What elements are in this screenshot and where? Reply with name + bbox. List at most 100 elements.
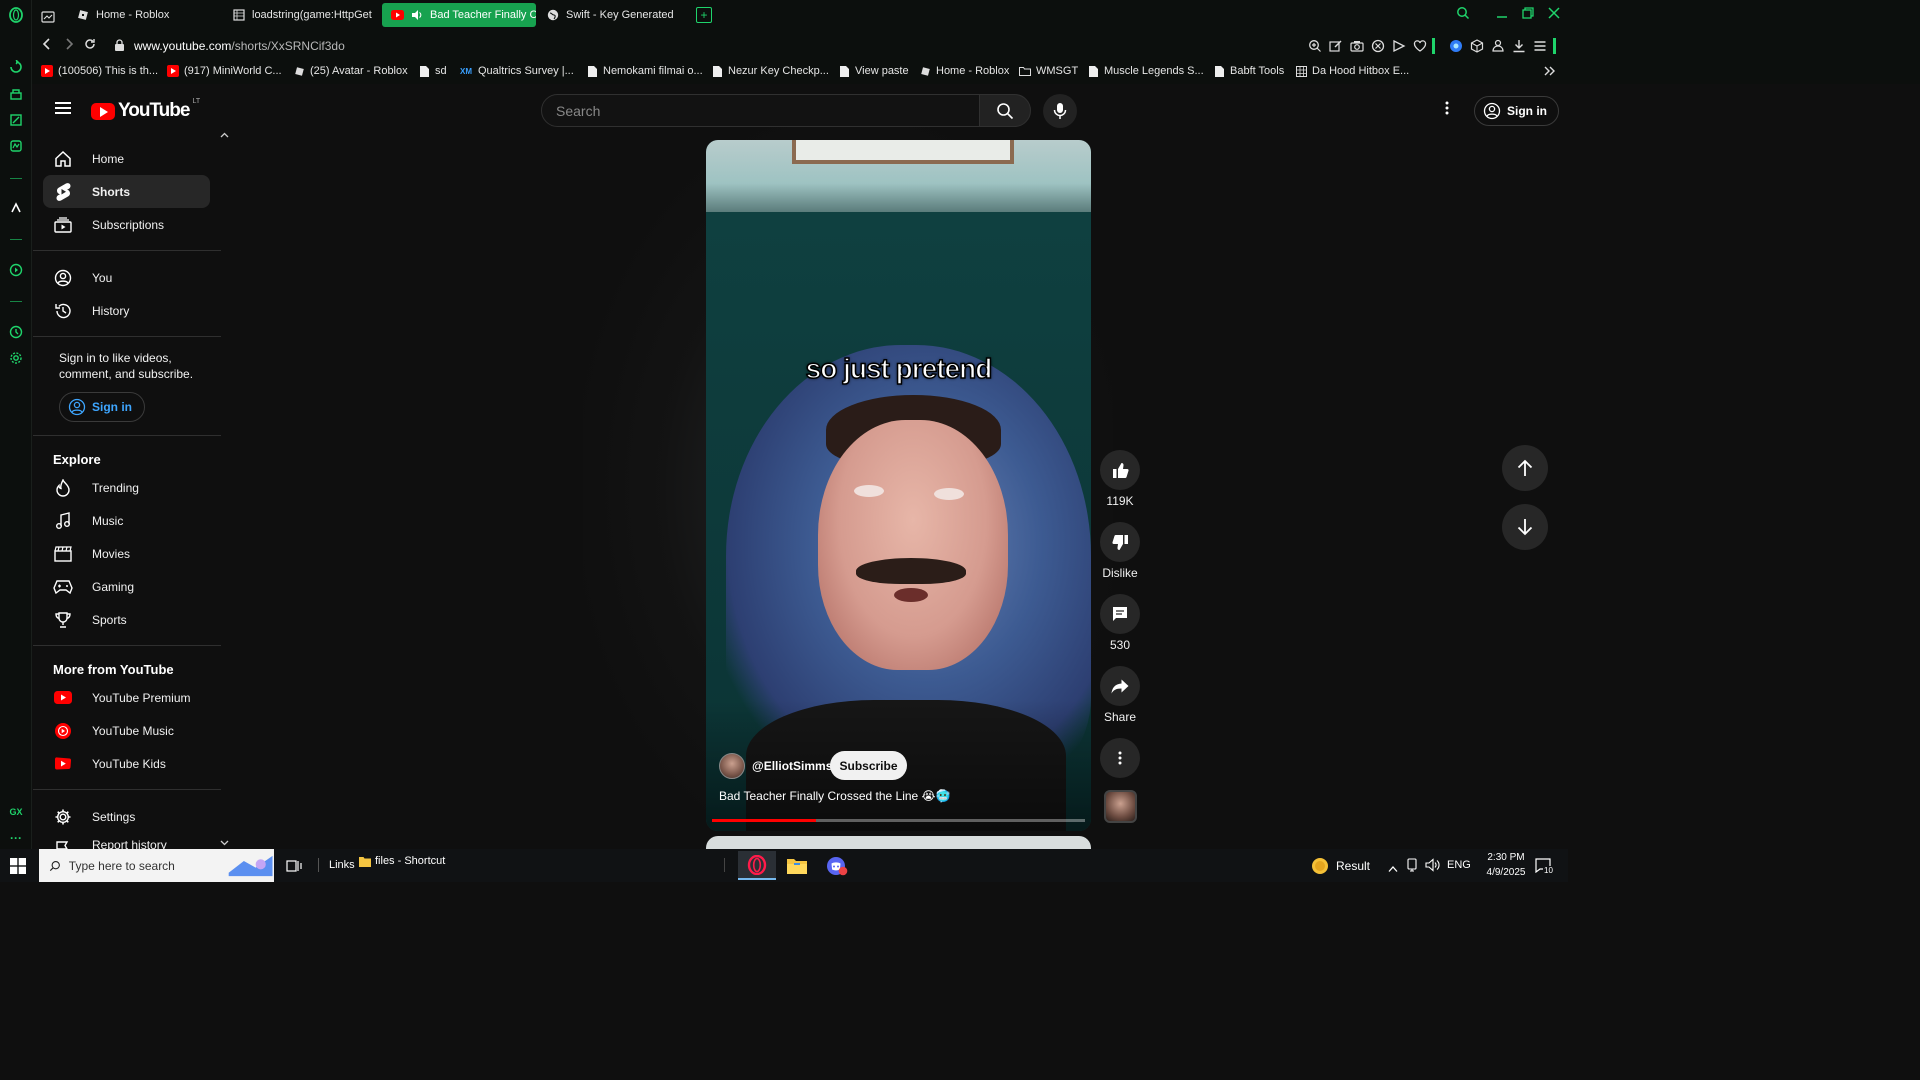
sidebar-sign-in-button[interactable]: Sign in	[59, 392, 145, 422]
messenger-icon[interactable]	[8, 139, 24, 155]
taskbar-opera-gx[interactable]	[738, 851, 776, 880]
send-icon[interactable]	[1392, 39, 1406, 53]
heart-icon[interactable]	[1413, 39, 1427, 53]
video-title[interactable]: Bad Teacher Finally Crossed the Line 😭🥶	[719, 789, 951, 803]
sign-in-button[interactable]: Sign in	[1474, 96, 1559, 126]
vpn-icon[interactable]	[1449, 39, 1463, 53]
clock-date[interactable]: 4/9/2025	[1481, 867, 1531, 878]
extensions-cube-icon[interactable]	[1470, 39, 1484, 53]
sidebar-item-home[interactable]: Home	[43, 142, 210, 175]
player-icon[interactable]	[8, 263, 24, 279]
next-short-preview[interactable]	[706, 836, 1091, 849]
bookmark-100506[interactable]: (100506) This is th...	[41, 65, 158, 77]
wallet-icon[interactable]	[1491, 39, 1505, 53]
opera-logo-icon[interactable]	[8, 7, 24, 23]
short-video-player[interactable]: so just pretend @ElliotSimms Subscribe B…	[706, 140, 1091, 831]
sidebar-item-shorts[interactable]: Shorts	[43, 175, 210, 208]
task-view-icon[interactable]	[286, 858, 302, 879]
easy-setup-icon[interactable]	[1533, 39, 1547, 53]
sidebar-item-you[interactable]: You	[43, 261, 210, 294]
youtube-logo[interactable]: YouTube LT	[91, 98, 200, 122]
zoom-icon[interactable]	[1308, 39, 1322, 53]
tab-loadstring[interactable]: loadstring(game:HttpGet(	[224, 3, 372, 27]
sidebar-item-youtube-kids[interactable]: YouTube Kids	[43, 747, 210, 780]
bookmark-sd[interactable]: sd	[418, 65, 447, 77]
chevron-down-icon[interactable]	[220, 840, 229, 846]
aria-icon[interactable]	[8, 201, 24, 217]
like-button[interactable]	[1100, 450, 1140, 490]
language-indicator[interactable]: ENG	[1447, 859, 1471, 871]
speaker-icon[interactable]	[410, 8, 424, 22]
sound-thumbnail[interactable]	[1104, 790, 1137, 823]
twitch-icon[interactable]	[8, 113, 24, 129]
volume-icon[interactable]	[1425, 858, 1440, 877]
menu-icon[interactable]	[55, 102, 71, 114]
channel-avatar[interactable]	[719, 753, 745, 779]
bookmark-view-paste[interactable]: View paste	[838, 65, 909, 77]
bookmarks-overflow-icon[interactable]	[1544, 66, 1556, 76]
sidebar-item-sports[interactable]: Sports	[43, 603, 210, 636]
subscribe-button[interactable]: Subscribe	[830, 751, 907, 780]
bookmark-nezur[interactable]: Nezur Key Checkp...	[711, 65, 829, 77]
share-button[interactable]	[1100, 666, 1140, 706]
more-dots-icon[interactable]: ···	[8, 830, 24, 846]
search-input[interactable]	[542, 95, 980, 126]
tab-home-roblox[interactable]: Home - Roblox	[68, 3, 216, 27]
bookmark-muscle-legends[interactable]: Muscle Legends S...	[1087, 65, 1204, 77]
network-icon[interactable]	[1407, 858, 1419, 877]
bookmark-home-roblox[interactable]: Home - Roblox	[919, 65, 1009, 77]
more-actions-button[interactable]	[1100, 738, 1140, 778]
gx-corner-icon[interactable]	[8, 87, 24, 103]
dislike-button[interactable]	[1100, 522, 1140, 562]
minimize-icon[interactable]	[1495, 6, 1509, 23]
sidebar-item-subscriptions[interactable]: Subscriptions	[43, 208, 210, 241]
taskbar-search-input[interactable]	[68, 858, 219, 873]
files-shortcut[interactable]: files - Shortcut	[359, 855, 445, 867]
previous-short-button[interactable]	[1502, 445, 1548, 491]
sidebar-item-history[interactable]: History	[43, 294, 210, 327]
bookmark-babft-tools[interactable]: Babft Tools	[1213, 65, 1284, 77]
edit-page-icon[interactable]	[1329, 39, 1343, 53]
voice-search-button[interactable]	[1043, 94, 1077, 128]
links-toolbar-label[interactable]: Links	[329, 859, 355, 871]
sidebar-item-trending[interactable]: Trending	[43, 471, 210, 504]
bookmark-qualtrics[interactable]: XM Qualtrics Survey |...	[459, 65, 574, 77]
forward-icon[interactable]	[63, 38, 75, 53]
channel-name[interactable]: @ElliotSimms	[752, 759, 832, 773]
windows-start-icon[interactable]	[10, 858, 26, 879]
sidebar-item-youtube-premium[interactable]: YouTube Premium	[43, 681, 210, 714]
sidebar-item-music[interactable]: Music	[43, 504, 210, 537]
sidebar-item-gaming[interactable]: Gaming	[43, 570, 210, 603]
settings-gear-icon[interactable]	[8, 351, 24, 367]
comments-button[interactable]	[1100, 594, 1140, 634]
tab-search-icon[interactable]	[1456, 6, 1470, 23]
more-options-icon[interactable]	[1445, 101, 1449, 120]
next-short-button[interactable]	[1502, 504, 1548, 550]
search-button[interactable]	[979, 94, 1031, 127]
camera-icon[interactable]	[1350, 39, 1364, 53]
sidebar-item-youtube-music[interactable]: YouTube Music	[43, 714, 210, 747]
close-icon[interactable]	[1547, 6, 1561, 23]
restore-icon[interactable]	[1521, 6, 1535, 23]
taskbar-file-explorer[interactable]	[778, 851, 816, 880]
sidebar-item-report-history[interactable]: Report history	[43, 830, 210, 849]
sidebar-item-movies[interactable]: Movies	[43, 537, 210, 570]
back-icon[interactable]	[41, 38, 53, 53]
tab-snapshot-icon[interactable]	[36, 5, 60, 29]
url-field[interactable]: www.youtube.com/shorts/XxSRNCif3do	[134, 39, 345, 53]
bookmark-da-hood[interactable]: Da Hood Hitbox E...	[1295, 65, 1409, 77]
taskbar-discord[interactable]	[818, 851, 856, 880]
download-icon[interactable]	[1512, 39, 1526, 53]
weather-widget[interactable]: Result	[1310, 856, 1370, 876]
bookmark-nemokami[interactable]: Nemokami filmai o...	[586, 65, 703, 77]
bookmark-avatar-roblox[interactable]: (25) Avatar - Roblox	[293, 65, 408, 77]
sidebar-item-settings[interactable]: Settings	[43, 800, 210, 833]
bookmark-917-miniworld[interactable]: (917) MiniWorld C...	[167, 65, 282, 77]
bookmark-wmsgt[interactable]: WMSGT	[1019, 65, 1078, 77]
reload-icon[interactable]	[84, 38, 96, 53]
tab-bad-teacher[interactable]: Bad Teacher Finally Cr	[382, 3, 536, 27]
clock-time[interactable]: 2:30 PM	[1481, 852, 1531, 863]
tab-swift-key[interactable]: Swift - Key Generated	[538, 3, 698, 27]
lock-icon[interactable]	[114, 39, 125, 54]
new-tab-button[interactable]: +	[696, 7, 712, 23]
